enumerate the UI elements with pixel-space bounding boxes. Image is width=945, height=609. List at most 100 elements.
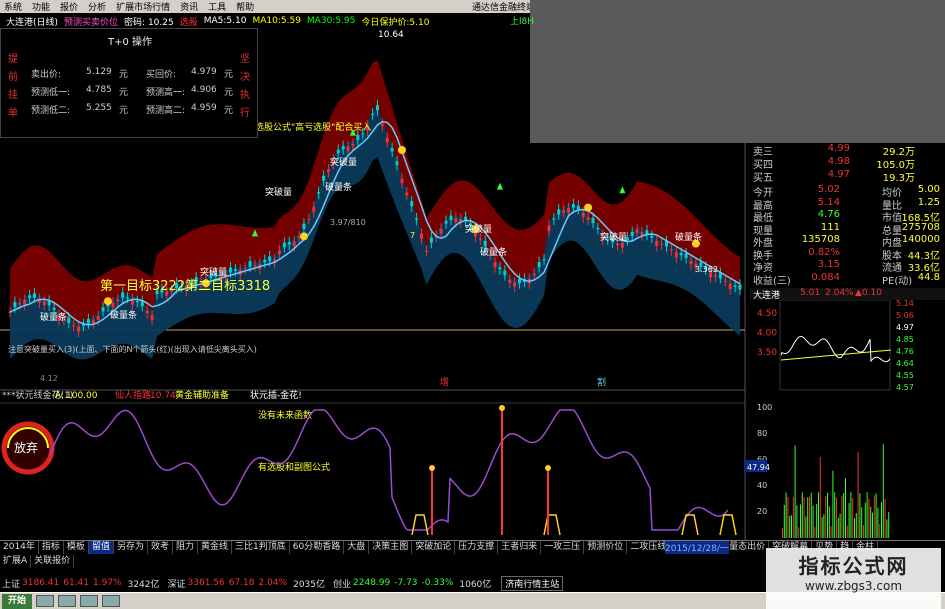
side-char: 行: [240, 108, 250, 119]
info-value: 5.00: [917, 184, 940, 195]
signal-icon: [103, 297, 112, 306]
indicator-tab[interactable]: 阻力: [173, 540, 198, 554]
volume-bar: [807, 497, 809, 538]
info-value: 111: [820, 221, 840, 233]
candle: [322, 175, 326, 181]
candle: [385, 137, 389, 143]
candle: [454, 218, 458, 223]
forecast-cell: 元: [119, 70, 129, 80]
volume-bar: [845, 478, 846, 538]
candle: [317, 192, 321, 194]
start-button[interactable]: 开始: [2, 593, 33, 609]
forecast-cell: 5.255: [86, 103, 112, 113]
candle: [503, 270, 507, 276]
indicator-tab[interactable]: 另存为: [114, 540, 148, 554]
indicator-tab[interactable]: 三比1判顶底: [232, 540, 290, 554]
indicator-tab[interactable]: 压力支撑: [455, 540, 499, 554]
taskbar-app-icon[interactable]: [58, 595, 77, 607]
indicator-tab[interactable]: 指标: [39, 540, 64, 554]
candle: [420, 233, 424, 239]
bottom-marker: 7: [410, 231, 415, 240]
volume-bar: [834, 492, 836, 538]
indicator-tab[interactable]: 突破加论: [412, 540, 456, 554]
sell-marker: 割: [597, 376, 606, 388]
mini-chg: ▲0.10: [855, 288, 882, 298]
volume-bar: [825, 496, 827, 538]
feed-label[interactable]: 济南行情主站: [501, 575, 564, 591]
low-label: 3.97/810: [330, 218, 366, 227]
volume-bar: [785, 492, 787, 538]
volume-bar: [800, 504, 801, 538]
candle: [650, 235, 654, 238]
candle: [287, 242, 291, 245]
indicator-tab[interactable]: 效考: [148, 540, 173, 554]
up-arrow-icon: [496, 182, 503, 190]
taskbar-app-icon[interactable]: [102, 595, 121, 607]
intraday-axis-label: 4.76: [896, 347, 914, 356]
side-char: 单: [8, 108, 18, 119]
indicator-tab[interactable]: 2014年: [0, 540, 39, 554]
volume-bar: [877, 507, 879, 538]
taskbar-app-icon[interactable]: [80, 595, 99, 607]
volume-bar: [796, 505, 798, 538]
indicator-tab[interactable]: 模板: [64, 540, 89, 554]
candle: [689, 260, 693, 265]
forecast-cell: 元: [224, 106, 234, 116]
sh-volume: 3242亿: [127, 579, 160, 590]
candle: [86, 318, 90, 324]
candle: [263, 260, 267, 263]
volume-bar: [884, 498, 886, 538]
candle: [351, 143, 355, 146]
forecast-cell: 预测低二:: [31, 106, 71, 116]
sh-percent: 1.97%: [93, 578, 122, 588]
price-axis-label: 3.50: [757, 348, 777, 358]
indicator-tab[interactable]: 决策主图: [369, 540, 413, 554]
candle: [150, 315, 154, 320]
info-value: 140000: [901, 234, 940, 245]
volume-bar: [818, 492, 819, 538]
low-label: 3.362: [695, 265, 718, 274]
indicator-tab[interactable]: 量态出价: [726, 540, 770, 554]
indicator-tab[interactable]: 黄金线: [198, 540, 233, 554]
indicator-tab[interactable]: 预测价位: [584, 540, 628, 554]
volume-bar: [861, 507, 863, 538]
taskbar-app-icon[interactable]: [36, 595, 55, 607]
volume-bar: [809, 496, 810, 538]
extend-tab[interactable]: 扩展A: [0, 555, 32, 568]
candle: [410, 201, 414, 207]
forecast-row: 卖出价: 5.129 元 买回价: 4.979 元: [31, 67, 233, 81]
mini-name: 大连港: [753, 291, 781, 301]
sz-volume: 2035亿: [293, 579, 325, 590]
intraday-price-line: [780, 335, 891, 363]
quote-info-row: 今开 5.02 均价 5.00: [750, 184, 945, 199]
sz-change: 67.18: [228, 578, 255, 588]
forecast-row: 预测低二: 5.255 元 预测高二: 4.959 元: [31, 103, 234, 117]
volume-bar: [864, 502, 866, 538]
candle: [277, 250, 281, 255]
volume-bar: [819, 456, 821, 538]
sub-xian-value: 10.74: [150, 391, 176, 401]
info-value: 5.02: [817, 184, 840, 195]
signal-icon: [397, 146, 406, 154]
indicator-tab[interactable]: 二攻压线: [627, 540, 671, 554]
candle: [101, 307, 105, 312]
indicator-tab[interactable]: 大盘: [344, 540, 370, 554]
breakout-label: 突破量: [600, 231, 627, 243]
indicator-tab[interactable]: 一攻三压: [541, 540, 585, 554]
indicator-tab[interactable]: 王者归来: [498, 540, 542, 554]
candle: [728, 283, 732, 290]
candle: [493, 262, 497, 268]
gauge-label: 放弃: [14, 440, 38, 455]
intraday-axis-label: 4.64: [896, 359, 914, 368]
volume-bar: [837, 517, 839, 538]
volume-bar: [782, 528, 783, 538]
indicator-tab[interactable]: 留值: [88, 540, 114, 554]
info-value: 44.8: [917, 271, 940, 283]
watermark: 指标公式网 www.zbgs3.com: [766, 548, 941, 609]
extend-tab[interactable]: 关联报价: [31, 555, 75, 568]
sub-axis-label: 80: [757, 429, 767, 438]
mini-header: 大连港 5.01 2.04% ▲0.10: [750, 288, 945, 301]
candle: [282, 242, 286, 248]
indicator-tab[interactable]: 60分勒香路: [290, 540, 345, 554]
candle: [449, 215, 453, 221]
